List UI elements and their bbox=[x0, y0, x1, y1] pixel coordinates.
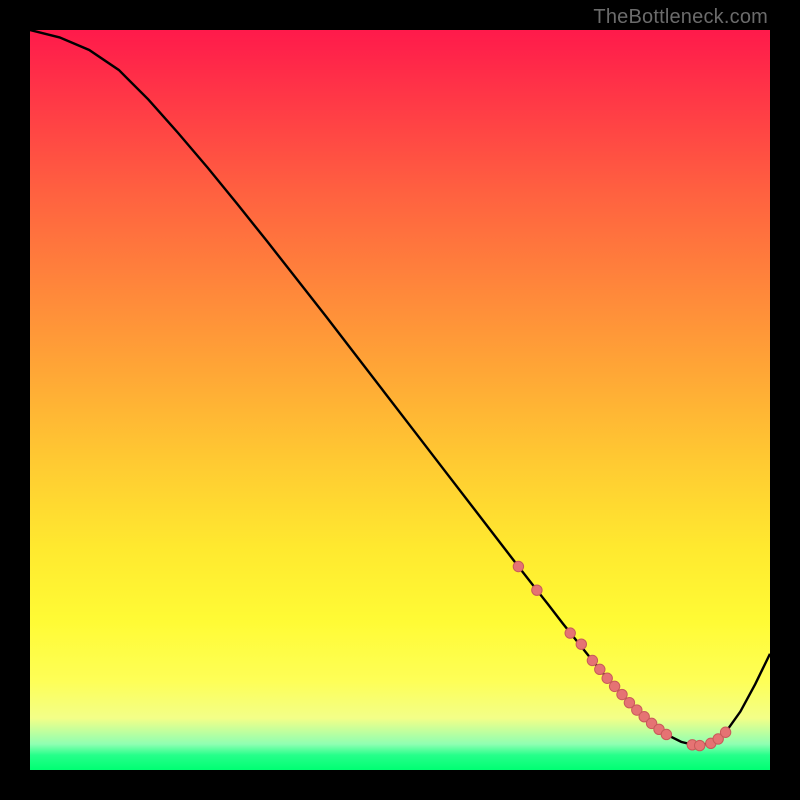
frame-right bbox=[770, 0, 800, 800]
highlight-dot bbox=[532, 585, 542, 595]
highlight-dot bbox=[595, 664, 605, 674]
curve-layer bbox=[30, 30, 770, 770]
highlight-dot bbox=[695, 740, 705, 750]
highlight-dot bbox=[661, 729, 671, 739]
highlight-dot bbox=[576, 639, 586, 649]
highlight-dots-group bbox=[513, 561, 731, 750]
plot-area bbox=[30, 30, 770, 770]
highlight-dot bbox=[720, 727, 730, 737]
highlight-dot bbox=[602, 673, 612, 683]
bottleneck-curve-path bbox=[30, 30, 770, 746]
highlight-dot bbox=[587, 655, 597, 665]
highlight-dot bbox=[617, 689, 627, 699]
chart-stage: TheBottleneck.com bbox=[0, 0, 800, 800]
attribution-text: TheBottleneck.com bbox=[593, 6, 768, 29]
highlight-dot bbox=[609, 681, 619, 691]
highlight-dot bbox=[513, 561, 523, 571]
frame-bottom bbox=[0, 770, 800, 800]
highlight-dot bbox=[565, 628, 575, 638]
frame-left bbox=[0, 0, 30, 800]
